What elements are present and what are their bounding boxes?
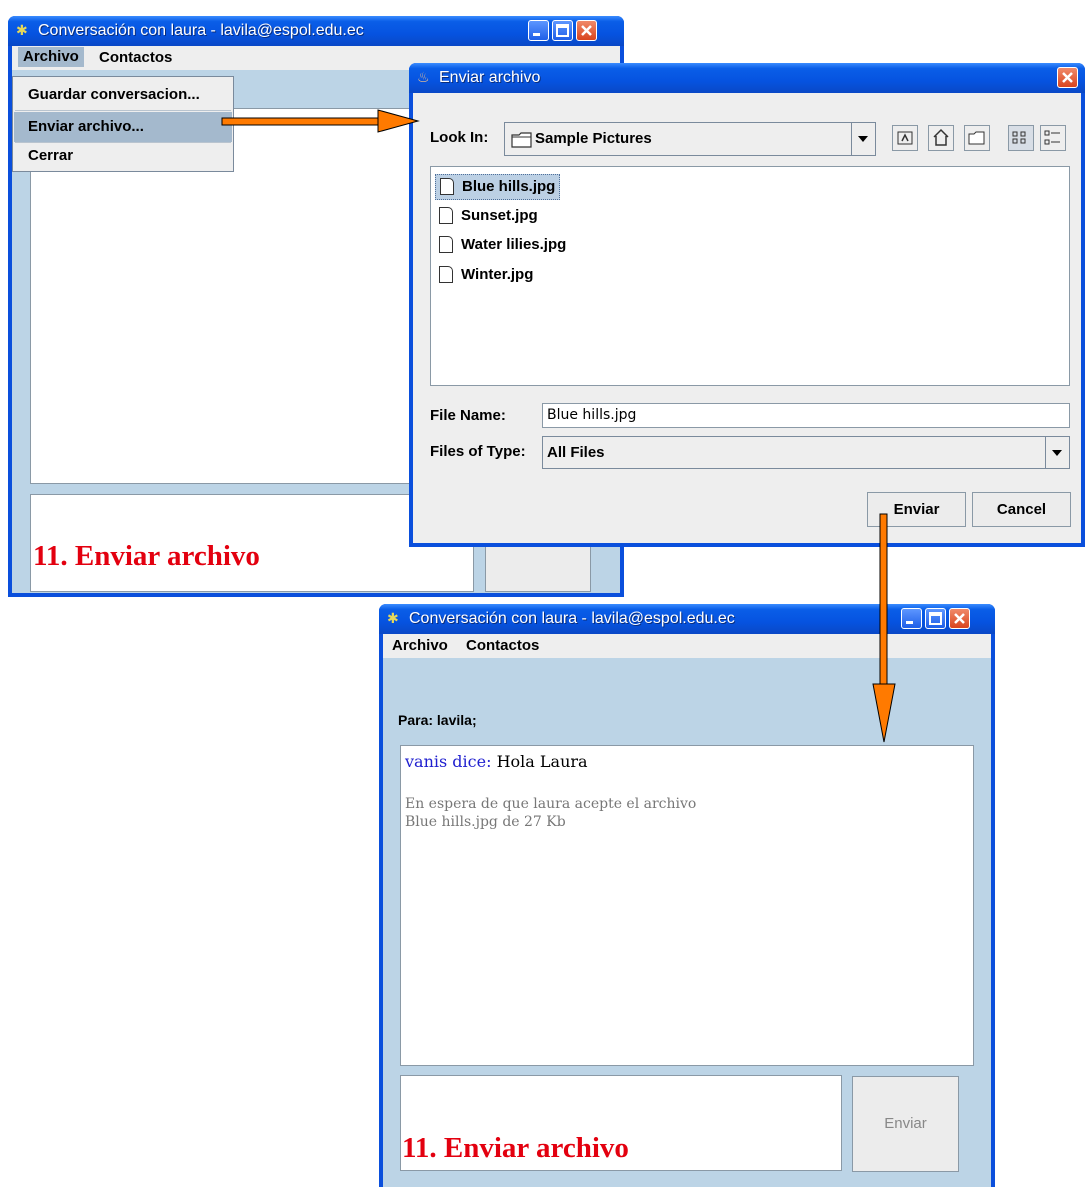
bottom-window-titlebar[interactable]: ✱ Conversación con laura - lavila@espol.…: [379, 604, 995, 634]
file-item-water-lilies[interactable]: Water lilies.jpg: [435, 233, 570, 257]
look-in-combo[interactable]: Sample Pictures: [504, 122, 876, 156]
file-item-sunset[interactable]: Sunset.jpg: [435, 204, 542, 228]
dialog-title: Enviar archivo: [439, 69, 541, 86]
menu-archivo[interactable]: Archivo: [387, 637, 453, 654]
dialog-close-button[interactable]: [1057, 67, 1078, 88]
up-folder-icon[interactable]: [892, 125, 918, 151]
menu-contactos[interactable]: Contactos: [461, 637, 544, 654]
para-label-text: Para:: [398, 712, 434, 728]
top-window-titlebar[interactable]: ✱ Conversación con laura - lavila@espol.…: [8, 16, 624, 46]
menu-separator: [15, 110, 231, 111]
dialog-cancel-button[interactable]: Cancel: [972, 492, 1071, 527]
file-label: Blue hills.jpg: [462, 178, 556, 195]
app-icon: ✱: [16, 23, 28, 39]
bottom-caption: 11. Enviar archivo: [402, 1132, 629, 1164]
list-view-icon[interactable]: [1008, 125, 1034, 151]
file-icon: [439, 207, 453, 224]
file-icon: [440, 178, 454, 195]
file-name-label: File Name:: [430, 407, 506, 424]
chevron-down-icon[interactable]: [1045, 437, 1069, 468]
file-list[interactable]: Blue hills.jpg Sunset.jpg Water lilies.j…: [430, 166, 1070, 386]
file-label: Water lilies.jpg: [461, 236, 567, 253]
archivo-popup-menu: Guardar conversacion... Enviar archivo..…: [12, 76, 234, 172]
close-button[interactable]: [576, 20, 597, 41]
bottom-menubar: Archivo Contactos: [383, 634, 991, 658]
files-of-type-combo[interactable]: All Files: [542, 436, 1070, 469]
minimize-button[interactable]: [528, 20, 549, 41]
file-label: Winter.jpg: [461, 266, 534, 283]
details-view-icon[interactable]: [1040, 125, 1066, 151]
file-icon: [439, 236, 453, 253]
top-caption: 11. Enviar archivo: [33, 540, 260, 572]
close-button[interactable]: [949, 608, 970, 629]
java-cup-icon: ♨: [417, 70, 430, 86]
app-icon: ✱: [387, 611, 399, 627]
files-of-type-label: Files of Type:: [430, 443, 526, 460]
dialog-send-button[interactable]: Enviar: [867, 492, 966, 527]
minimize-button[interactable]: [901, 608, 922, 629]
bottom-window-title: Conversación con laura - lavila@espol.ed…: [409, 610, 735, 627]
chat-status-line-1: En espera de que laura acepte el archivo: [405, 796, 697, 812]
menu-item-guardar[interactable]: Guardar conversacion...: [14, 80, 232, 110]
bottom-send-label: Enviar: [884, 1115, 927, 1132]
para-label: Para: lavila;: [398, 712, 477, 728]
top-window-title: Conversación con laura - lavila@espol.ed…: [38, 22, 364, 39]
chat-text: Hola Laura: [496, 752, 588, 771]
bottom-window-client: Archivo Contactos Para: lavila; vanis di…: [383, 634, 991, 1187]
chat-sender: vanis dice:: [405, 752, 492, 771]
bottom-chat-window: ✱ Conversación con laura - lavila@espol.…: [379, 604, 995, 1187]
file-label: Sunset.jpg: [461, 207, 538, 224]
new-folder-icon[interactable]: [964, 125, 990, 151]
bottom-chat-history[interactable]: vanis dice: Hola Laura En espera de que …: [400, 745, 974, 1066]
home-icon[interactable]: [928, 125, 954, 151]
look-in-value: Sample Pictures: [535, 130, 652, 147]
menu-archivo[interactable]: Archivo: [18, 47, 84, 67]
dialog-cancel-label: Cancel: [996, 501, 1047, 518]
files-of-type-value: All Files: [547, 444, 605, 461]
file-name-field[interactable]: Blue hills.jpg: [542, 403, 1070, 428]
file-icon: [439, 266, 453, 283]
menu-contactos[interactable]: Contactos: [94, 49, 177, 66]
maximize-button[interactable]: [925, 608, 946, 629]
chevron-down-icon[interactable]: [851, 123, 875, 155]
menu-item-enviar-archivo[interactable]: Enviar archivo...: [14, 112, 232, 142]
file-item-winter[interactable]: Winter.jpg: [435, 263, 537, 287]
maximize-button[interactable]: [552, 20, 573, 41]
file-item-blue-hills[interactable]: Blue hills.jpg: [435, 174, 561, 200]
folder-icon: [511, 132, 533, 152]
look-in-label: Look In:: [430, 129, 489, 146]
dialog-send-label: Enviar: [893, 501, 940, 518]
chat-message: vanis dice: Hola Laura: [405, 752, 588, 771]
chat-status-line-2: Blue hills.jpg de 27 Kb: [405, 814, 566, 830]
dialog-titlebar[interactable]: ♨ Enviar archivo: [409, 63, 1085, 93]
para-value: lavila;: [436, 712, 477, 728]
bottom-send-button[interactable]: Enviar: [852, 1076, 959, 1172]
menu-item-cerrar[interactable]: Cerrar: [14, 141, 232, 171]
